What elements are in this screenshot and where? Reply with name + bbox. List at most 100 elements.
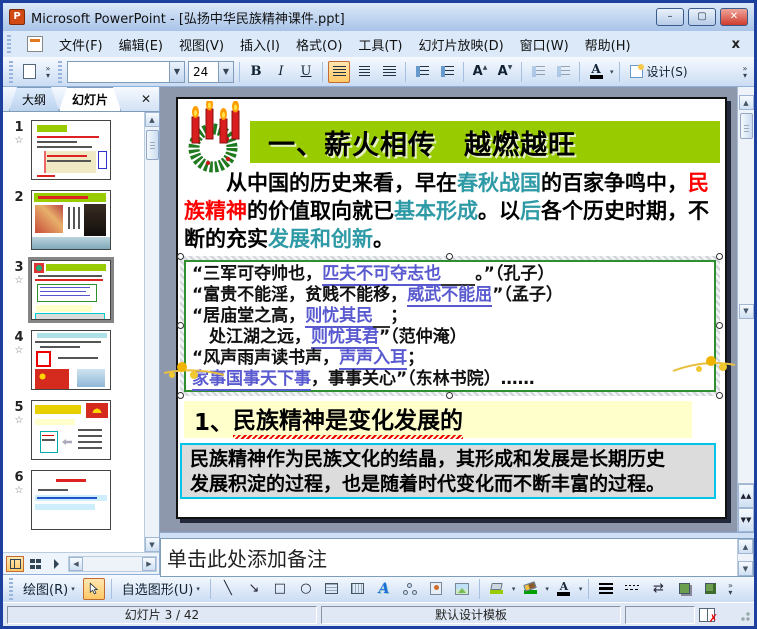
scroll-down-button[interactable]: ▼ xyxy=(738,561,753,576)
scrollbar-thumb[interactable] xyxy=(145,130,159,160)
rectangle-tool-button[interactable]: □ xyxy=(269,578,291,600)
slide-thumbnail-2[interactable]: 2 xyxy=(7,190,159,250)
increase-font-button[interactable]: A ▲ xyxy=(469,61,491,83)
scroll-up-button[interactable]: ▲ xyxy=(144,112,159,127)
menu-grip[interactable] xyxy=(7,35,11,53)
clipart-button[interactable] xyxy=(425,578,447,600)
increase-indent-button[interactable] xyxy=(552,61,574,83)
dropdown-arrow-icon[interactable]: ▼ xyxy=(218,61,233,82)
close-button[interactable]: ✕ xyxy=(720,8,748,26)
shadow-style-button[interactable] xyxy=(673,578,695,600)
scroll-down-button[interactable]: ▼ xyxy=(738,303,754,319)
diagram-button[interactable] xyxy=(399,578,421,600)
scroll-up-button[interactable]: ▲ xyxy=(738,539,753,554)
slide-thumbnail-3-selected[interactable]: 3 ☆ xyxy=(7,257,159,323)
toolbar-grip[interactable] xyxy=(58,60,62,83)
title-bar[interactable]: P Microsoft PowerPoint - [弘扬中华民族精神课件.ppt… xyxy=(3,3,754,31)
decrease-font-button[interactable]: A ▼ xyxy=(494,61,516,83)
horizontal-scrollbar[interactable]: ◀ ▶ xyxy=(68,555,157,572)
font-color-dropdown[interactable]: ▾ xyxy=(610,68,614,76)
design-button[interactable]: 设计(S) xyxy=(625,61,693,83)
quote-textbox-selected[interactable]: “三军可夺帅也，匹夫不可夺志也 。”（孔子） “富贵不能淫，贫贱不能移，威武不能… xyxy=(177,253,723,399)
selection-handle[interactable] xyxy=(716,392,723,399)
notes-pane[interactable]: 单击此处添加备注 ▲ ▼ xyxy=(160,538,754,577)
dropdown-arrow-icon[interactable]: ▼ xyxy=(169,61,184,82)
document-close-button[interactable]: x xyxy=(726,37,746,52)
font-name-combo[interactable]: ▼ xyxy=(67,60,185,83)
decrease-indent-button[interactable] xyxy=(527,61,549,83)
dash-style-button[interactable] xyxy=(621,578,643,600)
selection-handle[interactable] xyxy=(716,322,723,329)
align-center-button[interactable] xyxy=(353,61,375,83)
slide-summary-box[interactable]: 民族精神作为民族文化的结晶，其形成和发展是长期历史 发展积淀的过程，也是随着时代… xyxy=(180,443,716,499)
slide-title-bar[interactable]: 一、薪火相传 越燃越旺 xyxy=(250,121,720,163)
align-left-button[interactable] xyxy=(328,60,350,83)
candles-wreath-image[interactable] xyxy=(180,101,250,173)
menu-format[interactable]: 格式(O) xyxy=(296,35,342,54)
toolbar-grip[interactable] xyxy=(9,60,13,83)
textbox-tool-button[interactable] xyxy=(321,578,343,600)
window-resize-grip[interactable] xyxy=(738,608,750,621)
scrollbar-thumb[interactable] xyxy=(739,113,753,139)
slide-thumbnail-4[interactable]: 4 ☆ xyxy=(7,330,159,390)
minimize-button[interactable]: – xyxy=(656,8,684,26)
line-color-dropdown[interactable]: ▾ xyxy=(545,585,549,593)
line-tool-button[interactable]: ╲ xyxy=(217,578,239,600)
font-color-button[interactable]: A xyxy=(553,578,575,600)
maximize-button[interactable]: ▢ xyxy=(688,8,716,26)
design-template-indicator[interactable]: 默认设计模板 xyxy=(321,605,621,624)
font-color-button[interactable]: A xyxy=(585,61,607,83)
slide-canvas[interactable]: 一、薪火相传 越燃越旺 从中国的历史来看，早在春秋战国的百家争鸣中，民族精神的价… xyxy=(164,97,736,519)
line-style-button[interactable] xyxy=(595,578,617,600)
spellcheck-icon[interactable]: ✗ xyxy=(699,607,718,625)
selection-handle[interactable] xyxy=(446,392,453,399)
align-right-button[interactable] xyxy=(378,61,400,83)
selection-handle[interactable] xyxy=(177,253,184,260)
slideshow-view-button[interactable] xyxy=(46,556,64,572)
pane-close-button[interactable]: ✕ xyxy=(137,92,155,106)
menu-file[interactable]: 文件(F) xyxy=(59,35,103,54)
tab-outline[interactable]: 大纲 xyxy=(9,87,59,111)
scroll-down-button[interactable]: ▼ xyxy=(144,537,159,552)
draw-menu-button[interactable]: 绘图(R) ▾ xyxy=(19,578,79,600)
oval-tool-button[interactable]: ○ xyxy=(295,578,317,600)
menu-view[interactable]: 视图(V) xyxy=(179,35,224,54)
slide-subtitle-bar[interactable]: 1、 民族精神是变化发展的 xyxy=(184,400,692,439)
toolbar-overflow-stack[interactable]: » ▾ xyxy=(740,64,750,79)
slide-vertical-scrollbar[interactable]: ▲ ▼ ▲▲ ▼▼ xyxy=(737,87,754,532)
notes-scrollbar[interactable]: ▲ ▼ xyxy=(737,539,753,576)
menu-window[interactable]: 窗口(W) xyxy=(520,35,569,54)
selection-handle[interactable] xyxy=(177,392,184,399)
thumbnails-scrollbar[interactable]: ▲ ▼ xyxy=(144,112,159,552)
selection-handle[interactable] xyxy=(177,322,184,329)
font-size-combo[interactable]: 24 ▼ xyxy=(188,60,234,83)
toolbar-overflow-stack[interactable]: » ▾ xyxy=(43,64,53,79)
fill-color-dropdown[interactable]: ▾ xyxy=(512,585,516,593)
font-color-dropdown[interactable]: ▾ xyxy=(579,585,583,593)
bullet-list-button[interactable] xyxy=(436,61,458,83)
line-color-button[interactable] xyxy=(519,578,541,600)
selection-handle[interactable] xyxy=(446,253,453,260)
wordart-button[interactable]: A xyxy=(373,578,395,600)
selection-handle[interactable] xyxy=(716,253,723,260)
toolbar-grip[interactable] xyxy=(9,577,13,600)
slide-thumbnail-6[interactable]: 6 ☆ xyxy=(7,470,159,530)
italic-button[interactable]: I xyxy=(270,61,292,83)
vertical-textbox-tool-button[interactable] xyxy=(347,578,369,600)
bold-button[interactable]: B xyxy=(245,61,267,83)
slide-sorter-view-button[interactable] xyxy=(26,556,44,572)
menu-help[interactable]: 帮助(H) xyxy=(585,35,631,54)
next-slide-button[interactable]: ▼▼ xyxy=(738,508,754,532)
menu-edit[interactable]: 编辑(E) xyxy=(119,35,163,54)
scroll-left-button[interactable]: ◀ xyxy=(69,556,83,571)
slide-thumbnail-5[interactable]: 5 ☆ xyxy=(7,400,159,460)
select-objects-button[interactable] xyxy=(82,577,105,600)
menu-slideshow[interactable]: 幻灯片放映(D) xyxy=(419,35,504,54)
fill-color-button[interactable] xyxy=(486,578,508,600)
new-slide-button[interactable] xyxy=(18,61,40,83)
notes-placeholder[interactable]: 单击此处添加备注 xyxy=(161,539,333,576)
3d-style-button[interactable] xyxy=(699,578,721,600)
slide-editing-area[interactable]: 一、薪火相传 越燃越旺 从中国的历史来看，早在春秋战国的百家争鸣中，民族精神的价… xyxy=(160,87,754,532)
normal-view-button[interactable] xyxy=(6,555,24,572)
scroll-up-button[interactable]: ▲ xyxy=(738,95,754,110)
